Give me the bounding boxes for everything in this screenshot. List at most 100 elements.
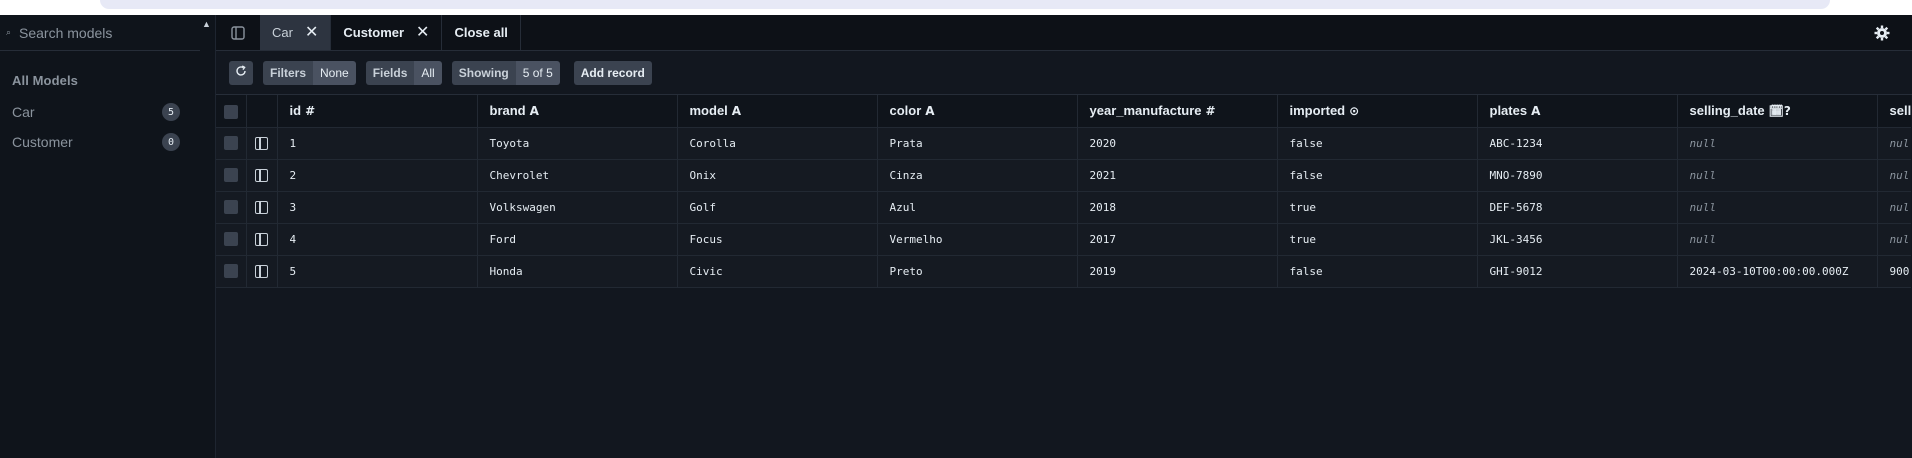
add-record-button[interactable]: Add record xyxy=(573,60,652,85)
all-models-heading[interactable]: All Models xyxy=(12,73,215,88)
close-icon[interactable]: ✕ xyxy=(305,24,318,41)
sidebar-item-customer[interactable]: Customer 0 xyxy=(12,132,180,152)
table-cell[interactable]: Vermelho xyxy=(877,223,1078,256)
close-icon[interactable]: ✕ xyxy=(416,24,429,41)
table-cell[interactable]: 1 xyxy=(277,127,478,160)
gear-icon[interactable] xyxy=(1874,25,1890,41)
table-cell[interactable]: Corolla xyxy=(677,127,878,160)
row-checkbox[interactable] xyxy=(223,168,238,182)
table-row[interactable]: 5 Honda Civic Preto 2019 false GHI-9012 2024-03… xyxy=(216,255,1911,288)
table-cell[interactable]: false xyxy=(1277,127,1478,160)
main-panel: Car ✕ Customer ✕ Close all Filters None xyxy=(216,15,1912,458)
table-cell[interactable]: true xyxy=(1277,191,1478,224)
table-cell[interactable]: nul xyxy=(1877,223,1911,256)
table-cell[interactable]: nul xyxy=(1877,159,1911,192)
open-record-icon[interactable] xyxy=(255,168,268,182)
column-name: id xyxy=(289,103,302,119)
open-record-icon[interactable] xyxy=(255,232,268,246)
table-cell[interactable]: null xyxy=(1677,191,1878,224)
table-cell[interactable]: 4 xyxy=(277,223,478,256)
table-cell[interactable]: Honda xyxy=(477,255,678,288)
column-header-selling-date[interactable]: selling_date 🗓? xyxy=(1677,95,1878,128)
table-cell[interactable]: null xyxy=(1677,159,1878,192)
column-header-year-manufacture[interactable]: year_manufacture # xyxy=(1077,95,1278,128)
table-cell[interactable]: DEF-5678 xyxy=(1477,191,1678,224)
table-cell[interactable]: nul xyxy=(1877,127,1911,160)
table-cell[interactable]: null xyxy=(1677,223,1878,256)
table-header-row: id # brand A model A color A year_manufactur… xyxy=(216,95,1911,128)
table-cell[interactable]: JKL-3456 xyxy=(1477,223,1678,256)
table-row[interactable]: 4 Ford Focus Vermelho 2017 true JKL-3456 null nu… xyxy=(216,223,1911,256)
boolean-type-icon: ⊙ xyxy=(1349,104,1360,119)
table-cell[interactable]: 2020 xyxy=(1077,127,1278,160)
table-cell[interactable]: false xyxy=(1277,255,1478,288)
table-cell[interactable]: Cinza xyxy=(877,159,1078,192)
table-cell[interactable]: Onix xyxy=(677,159,878,192)
tab-car[interactable]: Car ✕ xyxy=(260,15,332,50)
records-table: id # brand A model A color A year_manufactur… xyxy=(216,95,1911,288)
sidebar-item-label: Car xyxy=(12,104,35,120)
filters-button[interactable]: Filters None xyxy=(263,60,356,85)
column-name: brand xyxy=(489,103,526,119)
table-cell[interactable]: 3 xyxy=(277,191,478,224)
table-cell[interactable]: Ford xyxy=(477,223,678,256)
row-checkbox[interactable] xyxy=(223,264,238,278)
table-cell[interactable]: 2021 xyxy=(1077,159,1278,192)
text-type-icon: A xyxy=(529,104,539,119)
table-cell[interactable]: Prata xyxy=(877,127,1078,160)
sidebar-toggle-icon[interactable] xyxy=(216,15,260,50)
row-checkbox[interactable] xyxy=(223,136,238,150)
table-cell[interactable]: Golf xyxy=(677,191,878,224)
table-cell[interactable]: 2024-03-10T00:00:00.000Z xyxy=(1677,255,1878,288)
column-header-id[interactable]: id # xyxy=(277,95,478,128)
row-checkbox[interactable] xyxy=(223,232,238,246)
column-header-brand[interactable]: brand A xyxy=(477,95,678,128)
table-cell[interactable]: GHI-9012 xyxy=(1477,255,1678,288)
row-select-cell xyxy=(216,159,247,192)
column-header-color[interactable]: color A xyxy=(877,95,1078,128)
table-row[interactable]: 3 Volkswagen Golf Azul 2018 true DEF-5678 null n… xyxy=(216,191,1911,224)
row-checkbox[interactable] xyxy=(223,200,238,214)
close-all-button[interactable]: Close all xyxy=(442,15,521,50)
table-cell[interactable]: true xyxy=(1277,223,1478,256)
sidebar-item-car[interactable]: Car 5 xyxy=(12,102,180,122)
refresh-button[interactable] xyxy=(229,60,253,85)
tab-customer[interactable]: Customer ✕ xyxy=(331,15,443,50)
open-record-icon[interactable] xyxy=(255,136,268,150)
column-header-plates[interactable]: plates A xyxy=(1477,95,1678,128)
column-header-model[interactable]: model A xyxy=(677,95,878,128)
table-cell[interactable]: null xyxy=(1677,127,1878,160)
table-cell[interactable]: nul xyxy=(1877,191,1911,224)
select-all-checkbox[interactable] xyxy=(223,104,238,119)
collapse-caret-icon[interactable]: ▲ xyxy=(202,19,211,29)
table-cell[interactable]: 2018 xyxy=(1077,191,1278,224)
table-cell[interactable]: Civic xyxy=(677,255,878,288)
table-cell[interactable]: Preto xyxy=(877,255,1078,288)
table-cell[interactable]: Focus xyxy=(677,223,878,256)
fields-button[interactable]: Fields All xyxy=(365,60,442,85)
column-header-sell[interactable]: sell xyxy=(1877,95,1911,128)
column-header-imported[interactable]: imported ⊙ xyxy=(1277,95,1478,128)
table-cell[interactable]: 900 xyxy=(1877,255,1911,288)
table-cell[interactable]: MNO-7890 xyxy=(1477,159,1678,192)
table-cell[interactable]: Toyota xyxy=(477,127,678,160)
showing-indicator[interactable]: Showing 5 of 5 xyxy=(451,60,560,85)
table-cell[interactable]: ABC-1234 xyxy=(1477,127,1678,160)
table-cell[interactable]: Volkswagen xyxy=(477,191,678,224)
search-input[interactable] xyxy=(19,24,189,41)
filters-value: None xyxy=(313,60,356,85)
table-cell[interactable]: 2017 xyxy=(1077,223,1278,256)
open-record-icon[interactable] xyxy=(255,200,268,214)
table-cell[interactable]: Azul xyxy=(877,191,1078,224)
table-row[interactable]: 2 Chevrolet Onix Cinza 2021 false MNO-7890 null… xyxy=(216,159,1911,192)
table-cell[interactable]: Chevrolet xyxy=(477,159,678,192)
table-cell[interactable]: false xyxy=(1277,159,1478,192)
table-cell[interactable]: 2 xyxy=(277,159,478,192)
tab-label: Customer xyxy=(343,25,405,40)
table-row[interactable]: 1 Toyota Corolla Prata 2020 false ABC-1234 null… xyxy=(216,127,1911,160)
table-cell[interactable]: 5 xyxy=(277,255,478,288)
open-record-icon[interactable] xyxy=(255,264,268,278)
tab-label: Car xyxy=(272,25,293,40)
table-cell[interactable]: 2019 xyxy=(1077,255,1278,288)
row-open-cell xyxy=(246,127,278,160)
